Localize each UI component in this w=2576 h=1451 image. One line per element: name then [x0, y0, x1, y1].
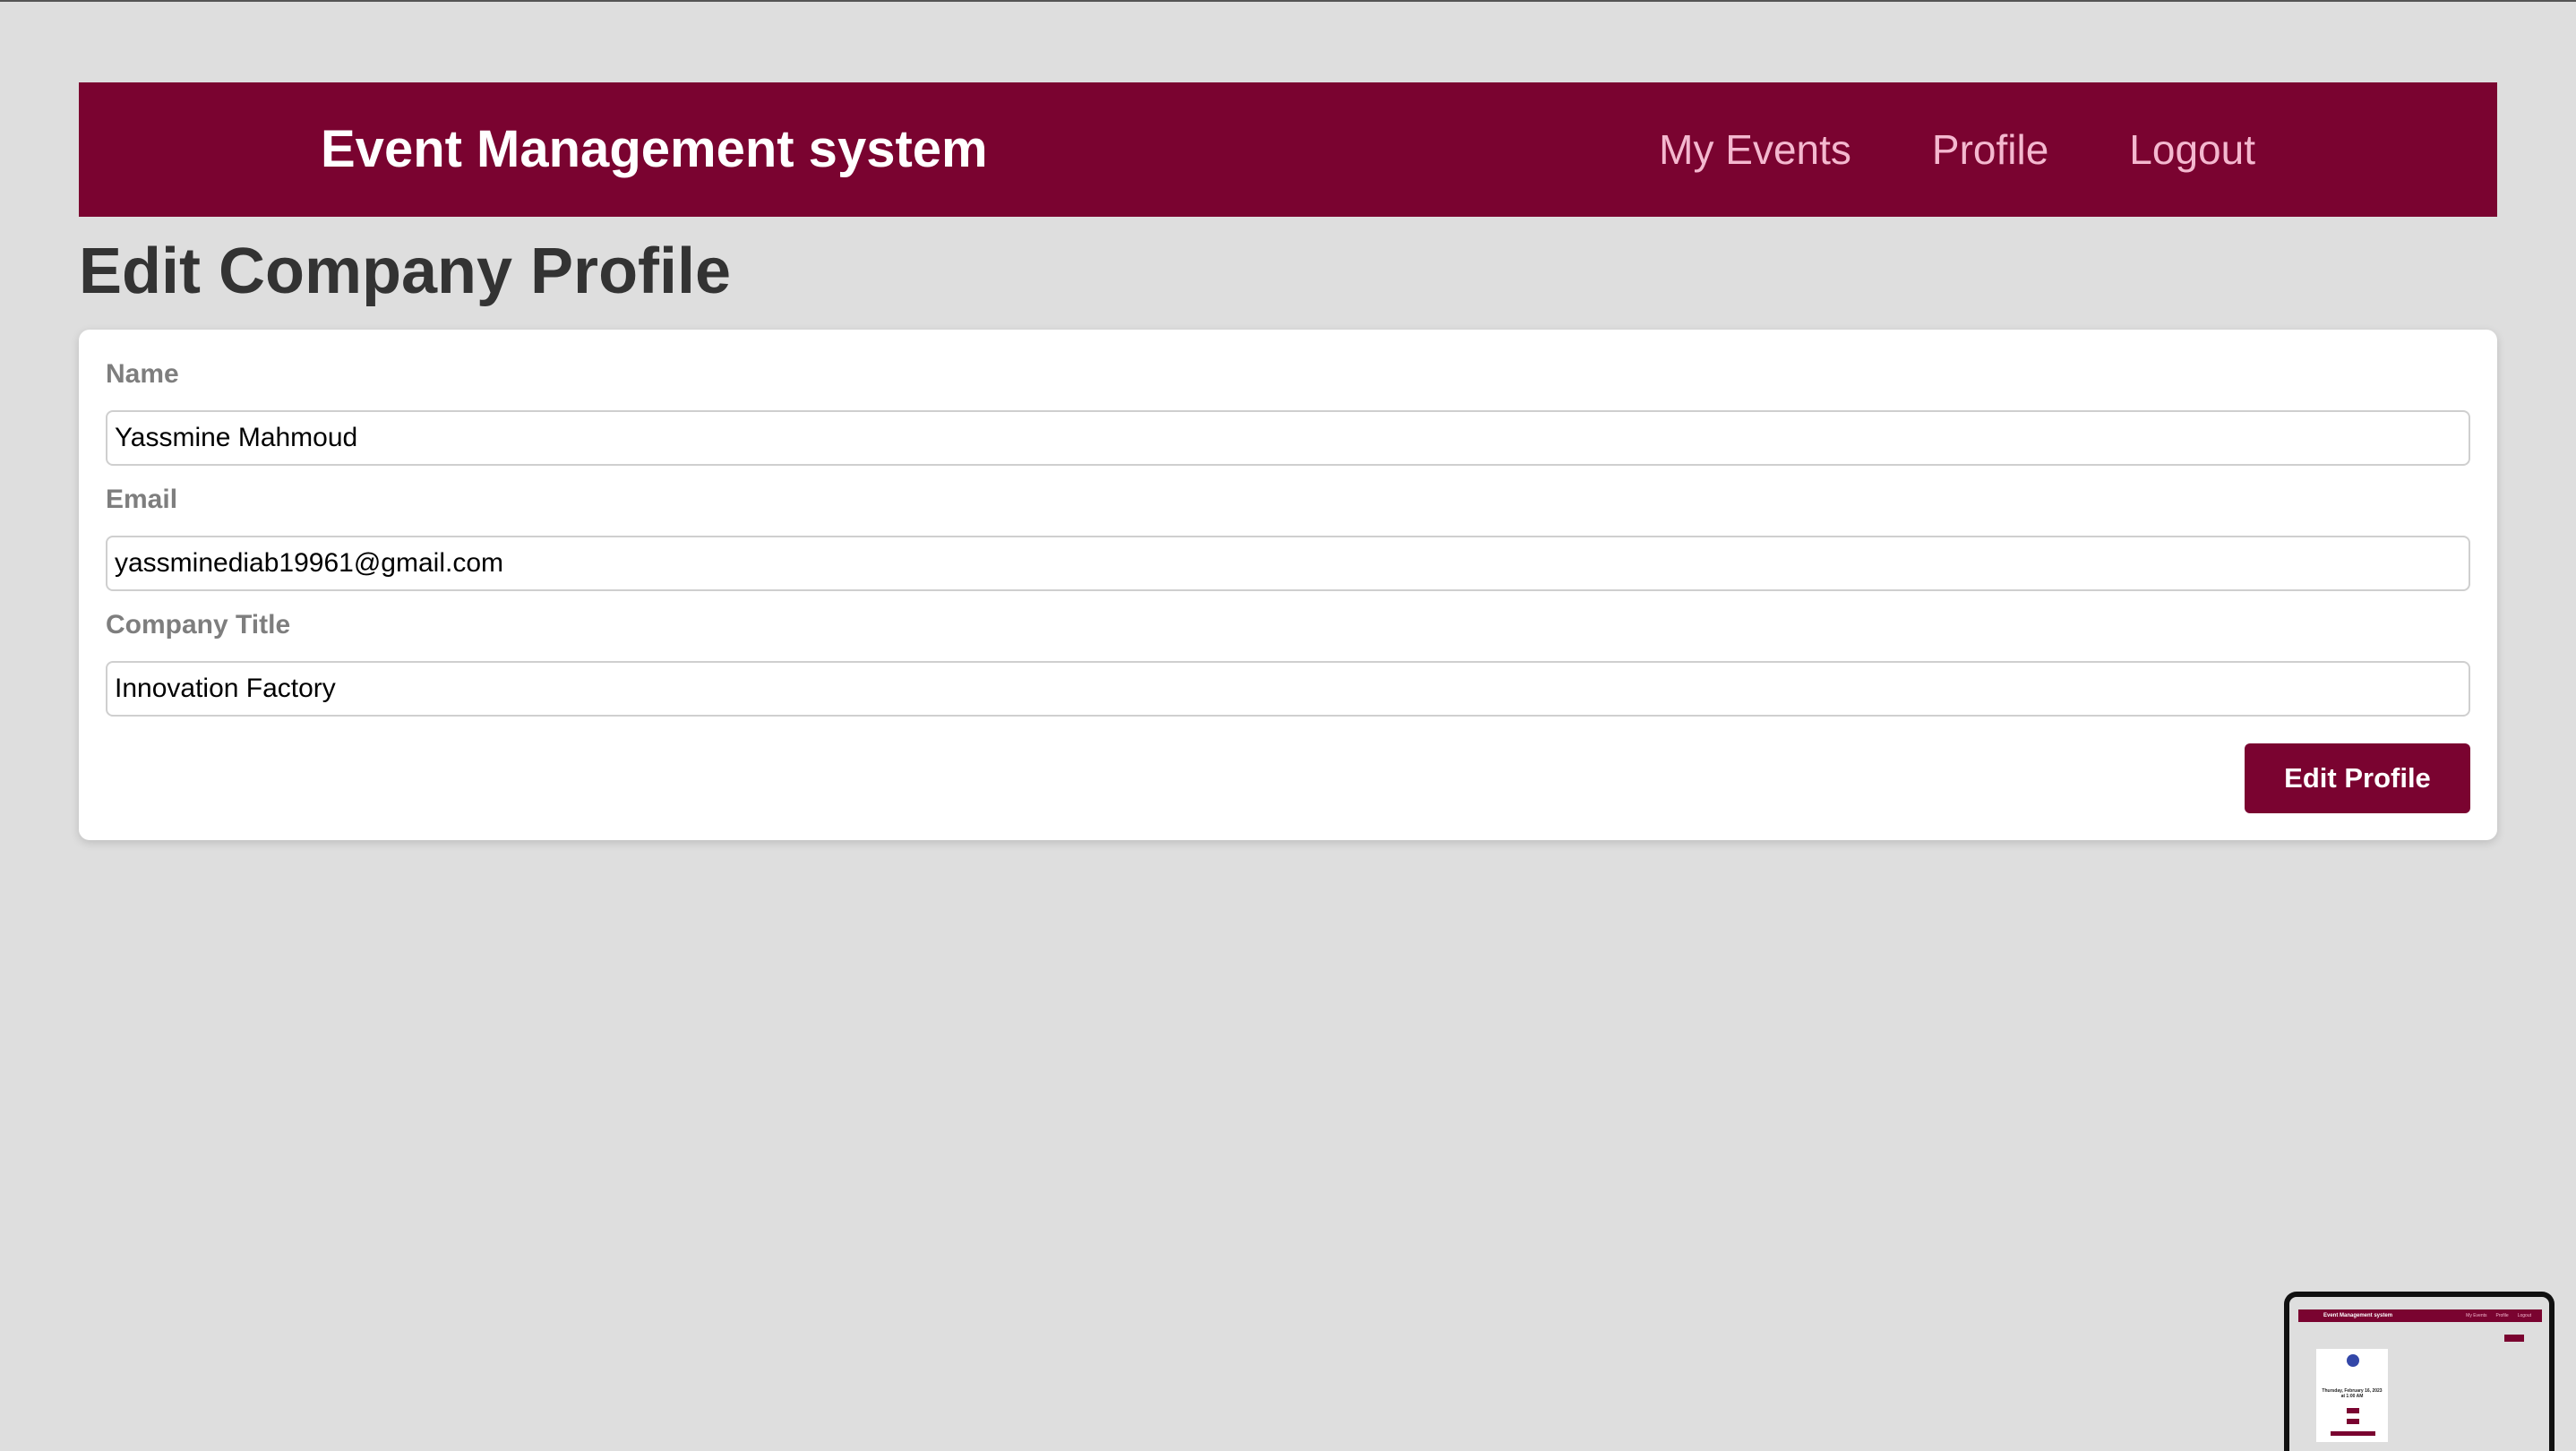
thumbnail-event-date: Thursday, February 16, 2023 at 1:00 AM	[2322, 1388, 2383, 1399]
screen-recording-thumbnail[interactable]: Event Management system My Events Profil…	[2284, 1292, 2555, 1451]
thumbnail-card-button	[2347, 1408, 2359, 1413]
thumbnail-navbar: Event Management system My Events Profil…	[2298, 1309, 2542, 1322]
window-top-border	[0, 0, 2576, 2]
navbar: Event Management system My Events Profil…	[79, 82, 2497, 217]
name-label: Name	[106, 359, 179, 389]
name-input[interactable]	[106, 410, 2470, 466]
thumbnail-event-icon	[2347, 1354, 2359, 1367]
page-title: Edit Company Profile	[79, 236, 732, 307]
thumbnail-event-card: Thursday, February 16, 2023 at 1:00 AM	[2316, 1349, 2388, 1442]
app-brand[interactable]: Event Management system	[321, 82, 988, 217]
thumbnail-card-wide-button	[2331, 1431, 2375, 1436]
thumbnail-brand: Event Management system	[2323, 1313, 2393, 1318]
email-label: Email	[106, 485, 178, 514]
company-title-label: Company Title	[106, 610, 291, 640]
nav-link-profile[interactable]: Profile	[1932, 125, 2048, 174]
edit-profile-form: Name Email Company Title Edit Profile	[79, 330, 2497, 840]
thumbnail-link-profile: Profile	[2495, 1313, 2509, 1318]
company-title-input[interactable]	[106, 661, 2470, 717]
nav-links: My Events Profile Logout	[1659, 82, 2255, 217]
thumbnail-link-my-events: My Events	[2466, 1313, 2487, 1318]
edit-profile-button[interactable]: Edit Profile	[2245, 743, 2470, 813]
nav-link-logout[interactable]: Logout	[2129, 125, 2255, 174]
email-input[interactable]	[106, 536, 2470, 591]
thumbnail-link-logout: Logout	[2517, 1313, 2531, 1318]
nav-link-my-events[interactable]: My Events	[1659, 125, 1851, 174]
thumbnail-card-button	[2347, 1419, 2359, 1424]
thumbnail-add-button	[2504, 1335, 2524, 1342]
thumbnail-nav-links: My Events Profile Logout	[2466, 1309, 2531, 1322]
